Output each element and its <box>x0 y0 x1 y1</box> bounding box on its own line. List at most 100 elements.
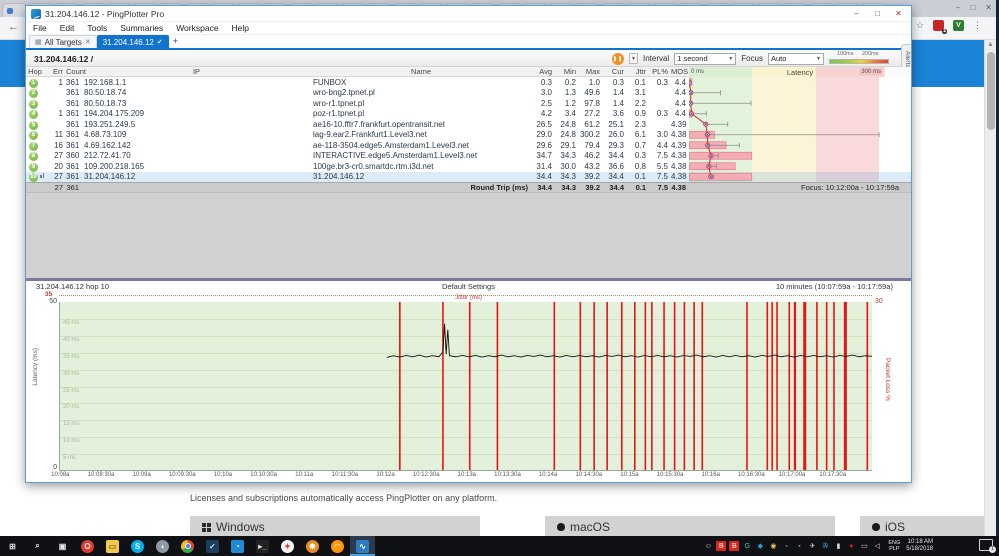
hop-row[interactable]: 236180.50.18.74wro-bng2.tpnet.pl3.01.349… <box>26 88 911 99</box>
scrollbar-up-icon[interactable]: ▲ <box>985 40 996 50</box>
tab-check-icon[interactable]: ✔ <box>157 38 163 46</box>
target-tab[interactable]: ▦All Targets✕ <box>29 35 97 48</box>
hop-row[interactable]: 41361194.204.175.209poz-r1.tpnet.pl4.23.… <box>26 109 911 120</box>
task-view-icon[interactable]: ▣ <box>50 536 75 556</box>
ip-cell: 193.251.249.5 <box>82 120 311 129</box>
speaker-icon[interactable]: ◁ <box>872 541 882 551</box>
browser-close-button[interactable]: ✕ <box>985 3 992 12</box>
platform-card-windows[interactable]: Windows <box>190 516 480 536</box>
skype-icon[interactable]: S <box>125 536 150 556</box>
check-app-icon[interactable]: ✓ <box>200 536 225 556</box>
round-trip-summary-row[interactable]: 27361Round Trip (ms)34.434.339.234.40.17… <box>26 182 911 192</box>
tray-b2-icon[interactable]: B <box>729 541 739 551</box>
column-header-avg[interactable]: Avg <box>531 67 555 76</box>
pause-dropdown-button[interactable]: ▼ <box>629 53 638 64</box>
column-header-jttr[interactable]: Jttr <box>627 67 649 76</box>
new-tab-button[interactable]: + <box>173 35 178 48</box>
tray-g-icon[interactable]: G <box>742 541 752 551</box>
column-header-count[interactable]: Count <box>66 67 82 76</box>
firefox-icon[interactable]: ◠ <box>325 536 350 556</box>
taskbar-clock[interactable]: 10:18 AM5/18/2018 <box>906 539 933 553</box>
hop-row[interactable]: 102736131.204.146.1231.204.146.1234.434.… <box>26 172 911 183</box>
menu-item-workspace[interactable]: Workspace <box>176 23 218 33</box>
start-button[interactable]: ⊞ <box>0 536 25 556</box>
interval-select[interactable]: 1 second▼ <box>674 53 736 65</box>
tab-close-icon[interactable]: ✕ <box>85 38 91 46</box>
menu-item-file[interactable]: File <box>33 23 47 33</box>
back-icon[interactable]: ← <box>8 21 19 33</box>
menu-item-summaries[interactable]: Summaries <box>120 23 163 33</box>
blue-app-icon[interactable]: ◔ <box>225 536 250 556</box>
browser-scrollbar[interactable]: ▲ <box>984 40 996 536</box>
chevron-down-icon: ▼ <box>728 56 733 62</box>
tray-b1-icon[interactable]: B <box>716 541 726 551</box>
chat-app-icon[interactable]: ◖ <box>150 536 175 556</box>
tray-green-icon[interactable]: ▪ <box>794 541 804 551</box>
hop-row[interactable]: 11361192.168.1.1FUNBOX0.30.21.00.30.10.3… <box>26 77 911 88</box>
tray-gray-icon[interactable]: ▫ <box>781 541 791 551</box>
extension-v-icon[interactable]: V <box>953 20 964 31</box>
chrome-icon[interactable] <box>175 536 200 556</box>
action-center-icon[interactable]: 1 <box>979 539 993 551</box>
hop-row[interactable]: 7163614.69.162.142ae-118-3504.edge5.Amst… <box>26 140 911 151</box>
close-button[interactable]: ✕ <box>888 6 909 21</box>
hop-row[interactable]: 5361193.251.249.5ae16-10.fftr7.frankfurt… <box>26 119 911 130</box>
target-address[interactable]: 31.204.146.12 / <box>34 54 93 64</box>
column-header-mos[interactable]: MOS <box>671 67 689 76</box>
people-icon[interactable]: ☺ <box>703 541 713 551</box>
opera-icon[interactable]: O <box>75 536 100 556</box>
column-header-pl[interactable]: PL% <box>649 67 671 76</box>
avg-cell: 34.4 <box>531 172 555 181</box>
search-icon[interactable]: ⌕ <box>25 536 50 556</box>
pingplotter-window: 31.204.146.12 - PingPlotter Pro – □ ✕ Fi… <box>25 5 912 483</box>
menu-item-edit[interactable]: Edit <box>60 23 75 33</box>
battery-icon[interactable]: ▮ <box>833 541 843 551</box>
compass-app-icon[interactable]: ✦ <box>275 536 300 556</box>
maximize-button[interactable]: □ <box>867 6 888 21</box>
name-cell: wro-bng2.tpnet.pl <box>311 88 531 97</box>
column-header-latency[interactable]: 0 msLatency300 ms <box>689 67 911 77</box>
minimize-button[interactable]: – <box>846 6 867 21</box>
bookmark-star-icon[interactable]: ☆ <box>916 20 924 31</box>
browser-minimize-button[interactable]: – <box>956 3 960 12</box>
summary-cell: 34.4 <box>603 183 627 192</box>
tray-shield-icon[interactable]: ◉ <box>768 541 778 551</box>
hop-row[interactable]: 827360212.72.41.70INTERACTIVE.edge5.Amst… <box>26 151 911 162</box>
column-header-cur[interactable]: Cur <box>603 67 627 76</box>
language-indicator[interactable]: ENGPLP <box>888 540 900 552</box>
browser-menu-icon[interactable]: ⋮ <box>973 20 982 31</box>
column-header-name[interactable]: Name <box>311 67 531 76</box>
platform-card-macos[interactable]: macOS <box>545 516 835 536</box>
menu-item-help[interactable]: Help <box>232 23 249 33</box>
column-header-err[interactable]: Err <box>44 67 66 76</box>
hop-row[interactable]: 920361109.200.218.165100ge.br3-cr0.smart… <box>26 161 911 172</box>
column-header-hop[interactable]: Hop <box>26 67 44 76</box>
tray-red-icon[interactable]: ♦ <box>846 541 856 551</box>
target-tab[interactable]: 31.204.146.12✔ <box>97 35 169 48</box>
latency-timeline-plot[interactable]: 45 ms40 ms35 ms30 ms25 ms20 ms15 ms10 ms… <box>59 302 872 471</box>
pingplotter-taskbar-icon[interactable]: ∿ <box>350 536 375 556</box>
browser-maximize-button[interactable]: □ <box>970 3 975 12</box>
pause-button[interactable]: ❚❚ <box>612 53 624 65</box>
airplane-icon[interactable]: ✈ <box>807 541 817 551</box>
platform-card-ios[interactable]: iOS <box>860 516 984 536</box>
extension-pin-icon[interactable]: 1 <box>933 20 944 31</box>
colorful-app-icon[interactable]: ❋ <box>300 536 325 556</box>
menu-item-tools[interactable]: Tools <box>87 23 107 33</box>
column-header-max[interactable]: Max <box>579 67 603 76</box>
display-icon[interactable]: ▭ <box>859 541 869 551</box>
tray-swirl-icon[interactable]: ✇ <box>820 541 830 551</box>
file-explorer-icon[interactable]: ▭ <box>100 536 125 556</box>
titlebar[interactable]: 31.204.146.12 - PingPlotter Pro – □ ✕ <box>26 6 911 22</box>
scrollbar-thumb[interactable] <box>987 52 995 130</box>
command-prompt-icon[interactable]: ▸_ <box>250 536 275 556</box>
tray-blue-icon[interactable]: ◆ <box>755 541 765 551</box>
hop-cell: 6 <box>26 129 44 140</box>
column-header-ip[interactable]: IP <box>82 67 311 76</box>
hop-row[interactable]: 336180.50.18.73wro-r1.tpnet.pl2.51.297.8… <box>26 98 911 109</box>
column-header-min[interactable]: Min <box>555 67 579 76</box>
hop-row[interactable]: 6113614.68.73.109lag-9.ear2.Frankfurt1.L… <box>26 130 911 141</box>
packet-loss-event-bar <box>554 302 556 471</box>
focus-select[interactable]: Auto▼ <box>768 53 824 65</box>
name-cell: FUNBOX <box>311 78 531 87</box>
